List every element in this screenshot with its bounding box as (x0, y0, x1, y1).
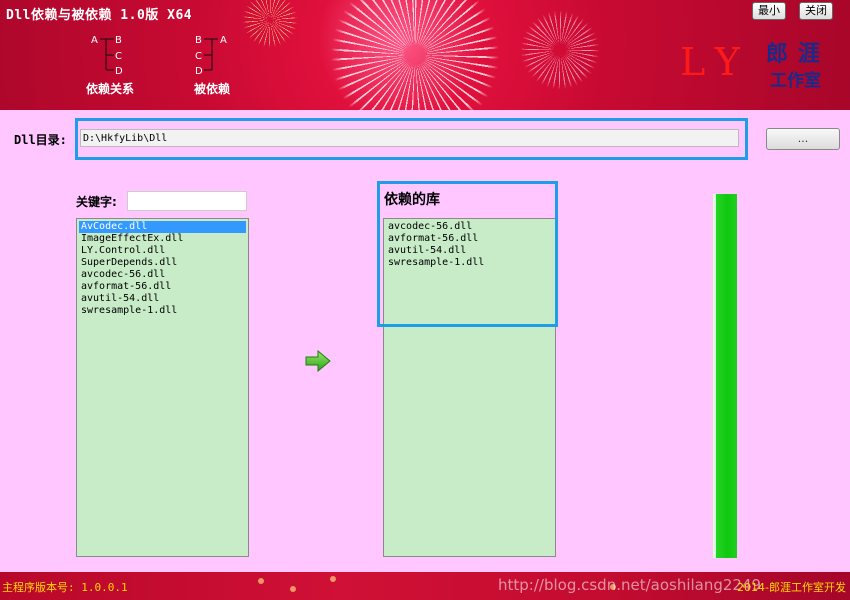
firework-decoration (330, 0, 500, 110)
depended-by-mode-button[interactable]: B C D A 被依赖 (172, 30, 252, 100)
credit-text: 2014-郎涯工作室开发 (737, 581, 846, 594)
svg-text:D: D (195, 66, 203, 77)
list-item[interactable]: ImageEffectEx.dll (79, 233, 246, 245)
list-item[interactable]: avcodec-56.dll (386, 221, 553, 233)
svg-text:C: C (115, 51, 122, 62)
svg-text:C: C (195, 51, 202, 62)
logo-studio: 工作室 (770, 71, 821, 91)
browse-button[interactable]: ... (766, 128, 840, 150)
close-button[interactable]: 关闭 (799, 2, 833, 20)
app-title: Dll依赖与被依赖 1.0版 X64 (6, 8, 193, 23)
directory-label: Dll目录: (14, 133, 67, 147)
list-item[interactable]: swresample-1.dll (386, 257, 553, 269)
keyword-input[interactable] (127, 191, 247, 211)
dependency-tree-icon: A B C D (91, 35, 123, 77)
list-item[interactable]: avcodec-56.dll (79, 269, 246, 281)
footer-bar: 主程序版本号: 1.0.0.1 http://blog.csdn.net/aos… (0, 572, 850, 600)
list-item[interactable]: avformat-56.dll (386, 233, 553, 245)
svg-text:B: B (115, 35, 122, 46)
dependencies-list[interactable]: avcodec-56.dll avformat-56.dll avutil-54.d… (383, 218, 556, 557)
depended-by-mode-label: 被依赖 (193, 82, 230, 96)
list-item[interactable]: avutil-54.dll (386, 245, 553, 257)
logo-name: 郎涯 (766, 42, 831, 67)
reverse-dependency-tree-icon: B C D A (195, 35, 227, 77)
arrow-right-icon[interactable] (305, 350, 331, 372)
spark-decoration (330, 576, 336, 582)
list-item[interactable]: avformat-56.dll (79, 281, 246, 293)
list-item[interactable]: avutil-54.dll (79, 293, 246, 305)
depends-mode-button[interactable]: A B C D 依赖关系 (70, 30, 150, 100)
svg-text:D: D (115, 66, 123, 77)
svg-text:A: A (220, 35, 227, 46)
depends-mode-label: 依赖关系 (85, 82, 134, 96)
progress-bar-fill (713, 194, 737, 558)
list-item[interactable]: LY.Control.dll (79, 245, 246, 257)
list-item[interactable]: SuperDepends.dll (79, 257, 246, 269)
firework-decoration (520, 10, 600, 90)
progress-bar (713, 194, 737, 558)
dll-list[interactable]: AvCodec.dll ImageEffectEx.dll LY.Control.d… (76, 218, 249, 557)
header-banner: Dll依赖与被依赖 1.0版 X64 最小 关闭 A B C D 依赖关系 B … (0, 0, 850, 110)
directory-highlight-frame (75, 118, 748, 160)
svg-text:A: A (91, 35, 98, 46)
logo-ly: LY (680, 40, 752, 84)
minimize-button[interactable]: 最小 (752, 2, 786, 20)
svg-text:B: B (195, 35, 202, 46)
spark-decoration (258, 578, 264, 584)
watermark: http://blog.csdn.net/aoshilang2249 (498, 576, 762, 594)
directory-input[interactable] (80, 129, 739, 147)
list-item[interactable]: AvCodec.dll (79, 221, 246, 233)
spark-decoration (290, 586, 296, 592)
version-text: 主程序版本号: 1.0.0.1 (2, 581, 128, 594)
keyword-label: 关键字: (76, 195, 117, 209)
dependencies-title: 依赖的库 (384, 192, 440, 208)
list-item[interactable]: swresample-1.dll (79, 305, 246, 317)
